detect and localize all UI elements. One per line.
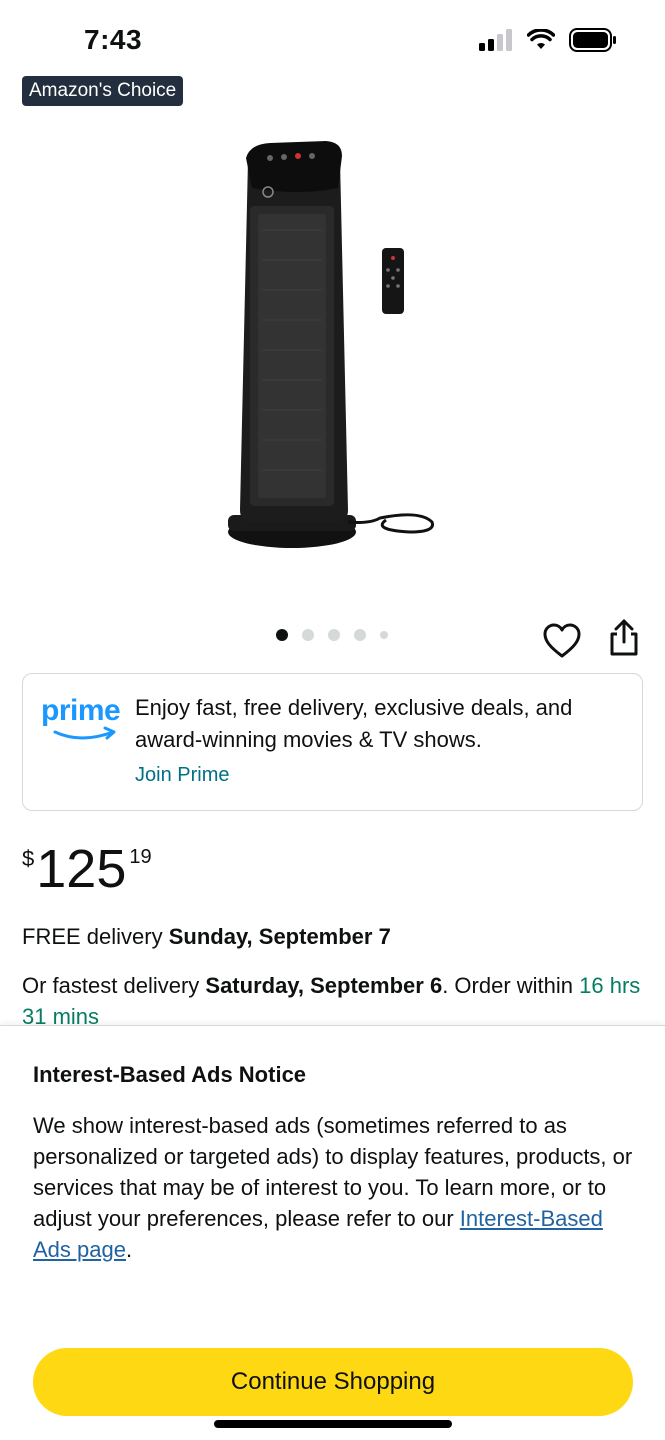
amazons-choice-badge: Amazon's Choice <box>22 76 184 106</box>
ads-notice-title: Interest-Based Ads Notice <box>33 1062 307 1087</box>
wifi-icon <box>527 29 555 49</box>
free-delivery-prefix: FREE delivery <box>22 924 169 949</box>
continue-shopping-button[interactable]: Continue Shopping <box>33 1348 633 1416</box>
price-symbol: $ <box>22 846 35 871</box>
cellular-signal-icon <box>479 29 512 51</box>
fastest-delivery-prefix: Or fastest delivery <box>22 973 206 998</box>
carousel-dot-1[interactable] <box>276 629 288 641</box>
fastest-delivery-line: Or fastest delivery Saturday, September … <box>22 970 642 1032</box>
share-icon[interactable] <box>606 618 642 658</box>
product-image[interactable] <box>200 130 460 570</box>
prime-logo: prime <box>41 694 121 740</box>
ads-notice-body: We show interest-based ads (sometimes re… <box>33 1110 633 1265</box>
status-icons <box>479 28 617 52</box>
product-price: $ 125 19 <box>22 838 152 900</box>
join-prime-link[interactable]: Join Prime <box>135 764 229 787</box>
order-within-text: . Order within <box>442 973 580 998</box>
svg-text:prime: prime <box>41 694 120 727</box>
price-fraction: 19 <box>129 846 152 868</box>
prime-promo-box: prime Enjoy fast, free delivery, exclusi… <box>22 673 643 811</box>
heart-icon[interactable] <box>542 622 582 660</box>
ads-notice-sheet: Interest-Based Ads Notice We show intere… <box>0 1025 665 1440</box>
status-bar: 7:43 <box>0 0 665 80</box>
free-delivery-date: Sunday, September 7 <box>168 924 391 949</box>
battery-icon <box>569 28 616 52</box>
carousel-dot-4[interactable] <box>354 629 366 641</box>
fastest-delivery-date: Saturday, September 6 <box>205 973 443 998</box>
price-whole: 125 <box>36 839 127 899</box>
carousel-dot-3[interactable] <box>328 629 340 641</box>
ads-notice-end: . <box>125 1237 133 1262</box>
carousel-dot-2[interactable] <box>302 629 314 641</box>
carousel-dot-5[interactable] <box>380 631 388 639</box>
prime-message: Enjoy fast, free delivery, exclusive dea… <box>135 695 573 752</box>
home-indicator <box>214 1420 452 1428</box>
image-carousel-dots[interactable] <box>276 629 388 641</box>
free-delivery-line: FREE delivery Sunday, September 7 <box>22 922 391 952</box>
status-time: 7:43 <box>84 24 143 55</box>
